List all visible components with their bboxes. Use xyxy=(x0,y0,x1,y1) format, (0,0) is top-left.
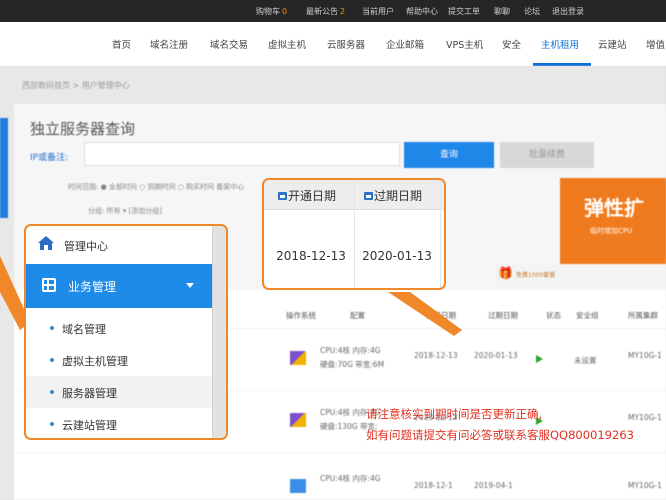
page-title: 独立服务器查询 xyxy=(30,120,136,138)
col-header-expire-date: 过期日期 xyxy=(488,311,518,320)
breadcrumb[interactable]: 西部数码首页 > 用户管理中心 xyxy=(22,80,130,91)
cluster: MY10G-1 xyxy=(628,481,662,490)
note-line-2: 如有问题请提交有问必答或联系客服QQ800019263 xyxy=(366,428,634,442)
config-cpu: CPU:4核 内存:4G xyxy=(320,346,381,355)
promo-subtitle: 临时增加CPU xyxy=(590,227,633,235)
gift-icon: 🎁 xyxy=(498,266,513,280)
open-date-header[interactable]: 开通日期 xyxy=(278,187,336,204)
expire-date: 2020-01-13 xyxy=(474,351,518,360)
security-group[interactable]: 未设置 xyxy=(574,355,597,366)
date-callout: 开通日期 过期日期 2018-12-13 2020-01-13 xyxy=(262,178,446,290)
menu-header-label: 管理中心 xyxy=(64,240,108,253)
cart-link[interactable]: 购物车 0 xyxy=(256,6,287,17)
callout-divider xyxy=(354,180,355,288)
top-bar: 购物车 0 最新公告 2 当前用户 帮助中心 提交工单 聊聊 论坛 退出登录 xyxy=(0,0,666,22)
status-running-icon xyxy=(536,355,543,363)
callout-divider xyxy=(440,180,441,288)
nav-item-virtual-host[interactable]: 虚拟主机 xyxy=(268,37,306,51)
calendar-icon xyxy=(364,192,373,200)
menu-scrollbar[interactable] xyxy=(212,226,226,438)
col-header-open-date: 开通日期 xyxy=(426,311,456,320)
nav-item-hosting[interactable]: 主机租用 xyxy=(541,37,579,51)
query-button[interactable]: 查询 xyxy=(404,142,494,168)
home-icon xyxy=(38,236,54,250)
col-header-security: 安全组 xyxy=(576,311,599,320)
grid-icon xyxy=(42,278,56,292)
bullet-icon xyxy=(50,390,54,394)
ip-search-input[interactable] xyxy=(84,142,400,166)
table-row[interactable]: CPU:4核 内存:4G 2018-12-1 2019-04-1 MY10G-1 xyxy=(14,452,666,500)
os-icon xyxy=(290,413,306,427)
calendar-icon xyxy=(278,192,287,200)
callout-expire-date: 2020-01-13 xyxy=(362,249,432,263)
sidebar-strip xyxy=(0,118,8,218)
nav-item-more[interactable]: 增值 xyxy=(646,37,665,51)
nav-item-home[interactable]: 首页 xyxy=(112,37,131,51)
nav-item-vps[interactable]: VPS主机 xyxy=(446,37,483,51)
annotation-note: 请注意核实到期时间是否更新正确, 如有问题请提交有问必答或联系客服QQ80001… xyxy=(366,404,634,446)
current-user[interactable]: 当前用户 xyxy=(362,6,394,17)
nav-item-security[interactable]: 安全 xyxy=(502,37,521,51)
nav-item-site-builder[interactable]: 云建站 xyxy=(598,37,627,51)
os-icon xyxy=(290,479,306,493)
management-menu: 管理中心 业务管理 域名管理 虚拟主机管理 服务器管理 云建站管理 xyxy=(24,224,228,440)
menu-item-label: 服务器管理 xyxy=(62,387,117,400)
main-nav: 首页 域名注册 域名交易 虚拟主机 云服务器 企业邮箱 VPS主机 安全 主机租… xyxy=(0,22,666,66)
nav-item-domain-register[interactable]: 域名注册 xyxy=(150,37,188,51)
col-header-config: 配置 xyxy=(350,311,365,320)
caret-down-icon xyxy=(186,283,194,288)
nav-item-cloud-server[interactable]: 云服务器 xyxy=(327,37,365,51)
ticket-link[interactable]: 提交工单 xyxy=(448,6,480,17)
business-management-section[interactable]: 业务管理 xyxy=(26,264,212,308)
expire-date-header[interactable]: 过期日期 xyxy=(364,187,422,204)
col-header-cluster: 所属集群 xyxy=(628,311,658,320)
menu-item-virtual-host[interactable]: 虚拟主机管理 xyxy=(26,344,212,376)
announcement-link[interactable]: 最新公告 2 xyxy=(306,6,345,17)
cluster: MY10G-1 xyxy=(628,351,662,360)
callout-header: 开通日期 过期日期 xyxy=(264,180,444,210)
menu-item-label: 云建站管理 xyxy=(62,419,117,432)
logout-link[interactable]: 退出登录 xyxy=(552,6,584,17)
promo-banner[interactable]: 弹性扩 临时增加CPU xyxy=(560,178,666,264)
promo-title: 弹性扩 xyxy=(584,196,644,220)
section-label: 业务管理 xyxy=(68,280,117,294)
callout-open-date: 2018-12-13 xyxy=(276,249,346,263)
time-filter[interactable]: 时间范围: ● 全部时间 ○ 到期时间 ○ 购买时间 备案中心 xyxy=(68,182,244,192)
bullet-icon xyxy=(50,326,54,330)
promo-strip[interactable]: 🎁 免费1000套餐 xyxy=(494,264,666,286)
bullet-icon xyxy=(50,358,54,362)
bullet-icon xyxy=(50,422,54,426)
menu-item-server[interactable]: 服务器管理 xyxy=(26,376,212,408)
ip-label: IP或备注: xyxy=(30,153,69,163)
menu-header[interactable]: 管理中心 xyxy=(26,226,226,262)
open-date: 2018-12-13 xyxy=(414,351,458,360)
nav-item-enterprise-mail[interactable]: 企业邮箱 xyxy=(386,37,424,51)
batch-renew-button[interactable]: 批量续费 xyxy=(500,142,594,168)
col-header-status: 状态 xyxy=(546,311,561,320)
nav-item-domain-trade[interactable]: 域名交易 xyxy=(210,37,248,51)
menu-item-domain[interactable]: 域名管理 xyxy=(26,312,212,344)
menu-item-site-builder[interactable]: 云建站管理 xyxy=(26,408,212,438)
os-icon xyxy=(290,351,306,365)
config-disk: 硬盘:70G 带宽:6M xyxy=(320,360,385,369)
help-center-link[interactable]: 帮助中心 xyxy=(406,6,438,17)
chat-link[interactable]: 聊聊 xyxy=(494,6,510,17)
forum-link[interactable]: 论坛 xyxy=(524,6,540,17)
group-filter[interactable]: 分组: 所有 ▾ [添加分组] xyxy=(88,206,162,216)
expire-date: 2019-04-1 xyxy=(474,481,513,490)
config-cpu: CPU:4核 内存:4G xyxy=(320,474,381,483)
menu-item-label: 虚拟主机管理 xyxy=(62,355,128,368)
col-header-os: 操作系统 xyxy=(286,311,316,320)
note-line-1: 请注意核实到期时间是否更新正确, xyxy=(366,407,543,421)
open-date: 2018-12-1 xyxy=(414,481,453,490)
promo-strip-text: 免费1000套餐 xyxy=(516,272,556,279)
menu-item-label: 域名管理 xyxy=(62,323,106,336)
